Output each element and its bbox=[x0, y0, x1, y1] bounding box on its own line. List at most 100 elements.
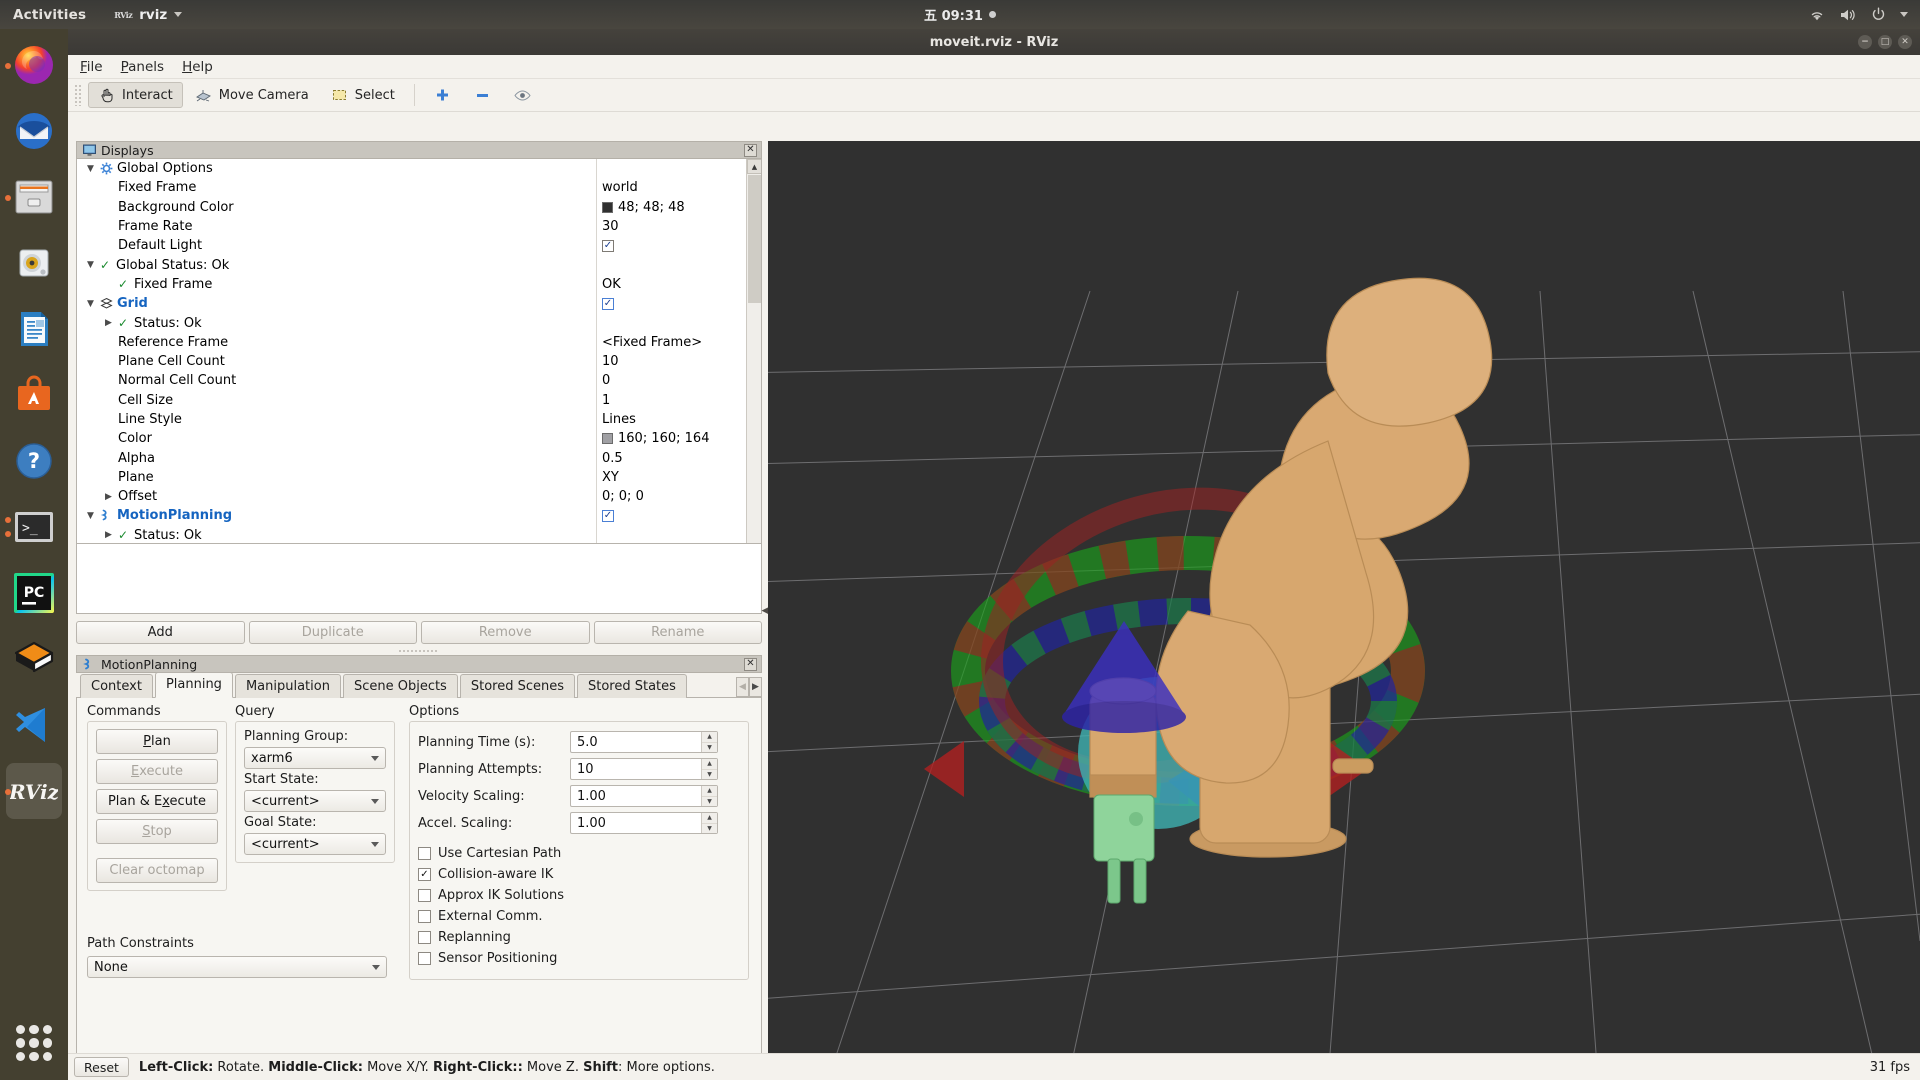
display-row-value[interactable] bbox=[596, 159, 745, 179]
clear-octomap-button[interactable]: Clear octomap bbox=[96, 858, 218, 883]
tab-planning[interactable]: Planning bbox=[154, 672, 233, 698]
display-row[interactable]: Background Color 48; 48; 48 bbox=[77, 197, 745, 217]
tab-stored-scenes[interactable]: Stored Scenes bbox=[459, 674, 575, 698]
toolbar-minus-button[interactable] bbox=[464, 82, 502, 108]
display-row[interactable]: Alpha 0.5 bbox=[77, 448, 745, 468]
display-row-value[interactable]: ✓ bbox=[596, 236, 745, 256]
toolbar-grip[interactable] bbox=[74, 84, 82, 106]
execute-button[interactable]: Execute bbox=[96, 759, 218, 784]
toolbar-select-button[interactable]: Select bbox=[321, 82, 405, 108]
display-row-value[interactable] bbox=[596, 255, 745, 275]
dock-item-blender[interactable] bbox=[6, 631, 62, 687]
stepper-down-icon[interactable]: ▼ bbox=[702, 824, 717, 834]
displays-tree[interactable]: ▼ Global Options Fixed Frame world Backgroun… bbox=[76, 159, 762, 559]
display-row[interactable]: Frame Rate 30 bbox=[77, 216, 745, 237]
plan-and-execute-button[interactable]: Plan & Execute bbox=[96, 789, 218, 814]
scrollbar-thumb[interactable] bbox=[748, 175, 761, 303]
display-row-value[interactable]: 10 bbox=[596, 351, 745, 372]
row-checkbox[interactable]: ✓ bbox=[602, 239, 614, 252]
display-row-value[interactable]: world bbox=[596, 178, 745, 198]
expand-arrow-icon[interactable]: ▼ bbox=[85, 299, 96, 309]
dock-item-pycharm[interactable]: PC bbox=[6, 565, 62, 621]
toolbar-eye-button[interactable] bbox=[504, 82, 542, 108]
velocity-scaling-input[interactable]: 1.00 ▲ ▼ bbox=[570, 785, 718, 807]
dock-item-rviz[interactable]: RViz bbox=[5, 763, 62, 819]
stepper-down-icon[interactable]: ▼ bbox=[702, 770, 717, 780]
tab-manipulation[interactable]: Manipulation bbox=[234, 674, 341, 698]
stepper-down-icon[interactable]: ▼ bbox=[702, 797, 717, 807]
display-row[interactable]: Plane Cell Count 10 bbox=[77, 351, 745, 372]
display-row[interactable]: ▼ Global Options bbox=[77, 159, 745, 179]
display-row-value[interactable]: ✓ bbox=[596, 294, 745, 314]
use-cartesian-path-checkbox-row[interactable]: Use Cartesian Path bbox=[418, 846, 740, 861]
collision-aware-ik-checkbox[interactable]: ✓ bbox=[418, 868, 431, 881]
collapse-arrow-icon[interactable]: ▶ bbox=[103, 492, 114, 502]
display-row[interactable]: Cell Size 1 bbox=[77, 390, 745, 410]
display-row-value[interactable]: ✓ bbox=[596, 506, 745, 526]
stop-button[interactable]: Stop bbox=[96, 819, 218, 844]
menu-help[interactable]: Help bbox=[182, 59, 213, 75]
use-cartesian-path-checkbox[interactable] bbox=[418, 847, 431, 860]
dock-item-rhythmbox[interactable] bbox=[6, 235, 62, 291]
display-row-value[interactable]: <Fixed Frame> bbox=[596, 332, 745, 352]
sensor-positioning-checkbox[interactable] bbox=[418, 952, 431, 965]
display-row-value[interactable]: 30 bbox=[596, 216, 745, 237]
display-row[interactable]: Reference Frame <Fixed Frame> bbox=[77, 332, 745, 352]
minimize-button[interactable]: − bbox=[1858, 35, 1872, 49]
sensor-positioning-checkbox-row[interactable]: Sensor Positioning bbox=[418, 951, 740, 966]
maximize-button[interactable]: □ bbox=[1878, 35, 1892, 49]
display-row[interactable]: ▼ Grid ✓ bbox=[77, 294, 745, 314]
clock[interactable]: 五 09:31 bbox=[924, 5, 996, 24]
collapse-arrow-icon[interactable]: ▶ bbox=[103, 318, 114, 328]
display-row-value[interactable]: 48; 48; 48 bbox=[596, 197, 745, 217]
remove-button[interactable]: Remove bbox=[421, 621, 590, 644]
menu-file[interactable]: File bbox=[80, 59, 103, 75]
expand-arrow-icon[interactable]: ▼ bbox=[85, 260, 96, 270]
display-row[interactable]: ✓ Fixed Frame OK bbox=[77, 274, 745, 295]
display-row[interactable]: Normal Cell Count 0 bbox=[77, 371, 745, 391]
toolbar-plus-button[interactable] bbox=[424, 82, 462, 108]
approx-ik-solutions-checkbox-row[interactable]: Approx IK Solutions bbox=[418, 888, 740, 903]
display-row-value[interactable]: 0 bbox=[596, 371, 745, 391]
display-row-value[interactable]: 0.5 bbox=[596, 448, 745, 468]
duplicate-button[interactable]: Duplicate bbox=[248, 621, 417, 644]
display-row-value[interactable]: 1 bbox=[596, 390, 745, 410]
display-row[interactable]: Fixed Frame world bbox=[77, 178, 745, 198]
expand-arrow-icon[interactable]: ▼ bbox=[85, 164, 96, 174]
scroll-up-icon[interactable]: ▲ bbox=[747, 159, 761, 174]
window-controls[interactable]: − □ ✕ bbox=[1858, 35, 1912, 49]
display-row-value[interactable] bbox=[596, 313, 745, 333]
external-comm-checkbox-row[interactable]: External Comm. bbox=[418, 909, 740, 924]
display-row[interactable]: ▼ MotionPlanning ✓ bbox=[77, 506, 745, 526]
path-constraints-select[interactable]: None bbox=[87, 956, 387, 978]
dock-item-thunderbird[interactable] bbox=[6, 103, 62, 159]
planning-attempts-input[interactable]: 10 ▲ ▼ bbox=[570, 758, 718, 780]
tab-scroll-buttons[interactable]: ◀ ▶ bbox=[736, 677, 762, 697]
plan-button[interactable]: Plan bbox=[96, 729, 218, 754]
tab-stored-states[interactable]: Stored States bbox=[577, 674, 687, 698]
activities-button[interactable]: Activities bbox=[13, 7, 86, 23]
external-comm-checkbox[interactable] bbox=[418, 910, 431, 923]
tab-scroll-left-icon[interactable]: ◀ bbox=[736, 677, 749, 697]
dock-item-ubuntu-software[interactable] bbox=[6, 367, 62, 423]
3d-viewport[interactable] bbox=[768, 141, 1920, 1080]
dock-item-help[interactable]: ? bbox=[6, 433, 62, 489]
approx-ik-solutions-checkbox[interactable] bbox=[418, 889, 431, 902]
accel-scaling-stepper[interactable]: ▲ ▼ bbox=[701, 813, 717, 833]
expand-arrow-icon[interactable]: ▼ bbox=[85, 511, 96, 521]
planning-time-stepper[interactable]: ▲ ▼ bbox=[701, 732, 717, 752]
system-indicators[interactable] bbox=[1809, 7, 1908, 22]
velocity-scaling-stepper[interactable]: ▲ ▼ bbox=[701, 786, 717, 806]
row-checkbox[interactable]: ✓ bbox=[602, 509, 614, 522]
display-row-value[interactable]: XY bbox=[596, 467, 745, 488]
dock-item-firefox[interactable] bbox=[5, 37, 62, 93]
toolbar-move-camera-button[interactable]: Move Camera bbox=[185, 82, 319, 108]
planning-time-input[interactable]: 5.0 ▲ ▼ bbox=[570, 731, 718, 753]
dock-item-files[interactable] bbox=[5, 169, 62, 225]
app-menu[interactable]: RViz rviz bbox=[114, 7, 183, 23]
planning-group-select[interactable]: xarm6 bbox=[244, 747, 386, 769]
stepper-down-icon[interactable]: ▼ bbox=[702, 743, 717, 753]
accel-scaling-input[interactable]: 1.00 ▲ ▼ bbox=[570, 812, 718, 834]
start-state-select[interactable]: <current> bbox=[244, 790, 386, 812]
close-button[interactable]: ✕ bbox=[1898, 35, 1912, 49]
